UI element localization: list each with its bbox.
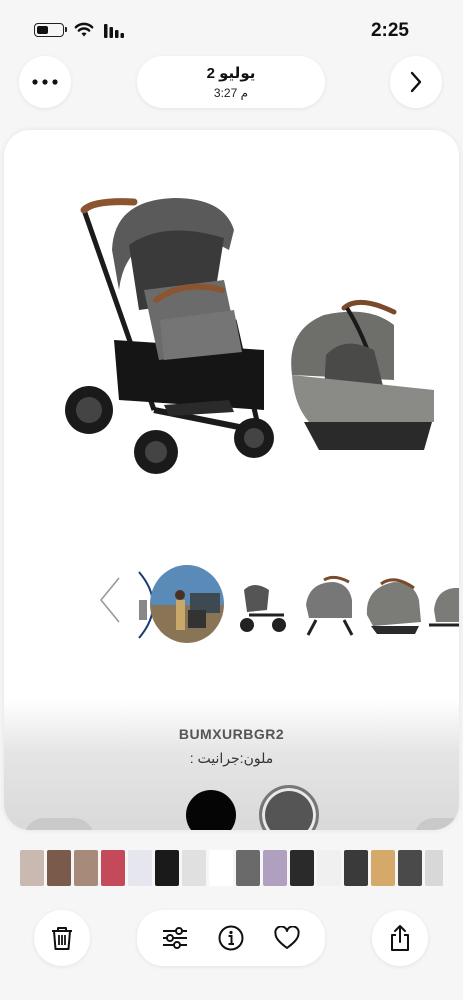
next-button[interactable] (390, 56, 442, 108)
strip-thumb[interactable] (371, 850, 395, 886)
trash-icon (52, 927, 72, 950)
status-time: 2:25 (370, 20, 409, 41)
strip-thumb[interactable] (47, 850, 71, 886)
product-sku: BUMXURBGR2 (178, 726, 285, 742)
thumbnail-row[interactable] (4, 560, 459, 650)
strip-thumb[interactable] (236, 850, 260, 886)
ellipsis-icon (32, 79, 58, 85)
page-subtitle: 3:27 م (213, 86, 249, 100)
chevron-right-icon (410, 71, 422, 93)
strip-thumb[interactable] (74, 850, 98, 886)
share-icon (391, 925, 409, 951)
info-button[interactable] (213, 920, 249, 956)
thumbnail-selected[interactable] (150, 565, 224, 643)
strip-thumb[interactable] (209, 850, 233, 886)
page-title: 2 يوليو (206, 65, 256, 82)
title-pill[interactable]: 2 يوليو 3:27 م (137, 56, 325, 108)
strip-thumb[interactable] (263, 850, 287, 886)
strip-thumb[interactable] (425, 850, 443, 886)
thumbnail[interactable] (294, 570, 364, 640)
strip-thumb[interactable] (182, 850, 206, 886)
thumbnail[interactable] (229, 570, 299, 640)
signal-icon (104, 24, 124, 38)
strip-thumb[interactable] (128, 850, 152, 886)
info-icon (218, 925, 244, 951)
card-edge-left (24, 818, 94, 830)
photo-strip[interactable] (20, 850, 443, 888)
wifi-icon (74, 22, 94, 37)
strip-thumb[interactable] (290, 850, 314, 886)
favorite-button[interactable] (269, 920, 305, 956)
strip-thumb[interactable] (317, 850, 341, 886)
delete-button[interactable] (34, 910, 90, 966)
product-image (65, 198, 434, 474)
status-bar: 2:25 (0, 0, 463, 56)
battery-icon (34, 23, 67, 37)
heart-icon (274, 926, 300, 949)
thumbnail[interactable] (359, 570, 429, 640)
action-pill (137, 910, 325, 966)
strip-thumb[interactable] (344, 850, 368, 886)
strip-thumb[interactable] (101, 850, 125, 886)
thumbnail-partial[interactable] (424, 570, 459, 640)
share-button[interactable] (372, 910, 428, 966)
sliders-icon (163, 927, 187, 949)
adjust-button[interactable] (157, 920, 193, 956)
strip-thumb[interactable] (155, 850, 179, 886)
chevron-left-icon[interactable] (97, 575, 123, 625)
photo-card[interactable]: BUMXURBGR2 ملون:جرانيت : (4, 130, 459, 830)
strip-thumb[interactable] (20, 850, 44, 886)
color-label: ملون:جرانيت : (189, 750, 274, 766)
more-button[interactable] (19, 56, 71, 108)
strip-thumb[interactable] (398, 850, 422, 886)
